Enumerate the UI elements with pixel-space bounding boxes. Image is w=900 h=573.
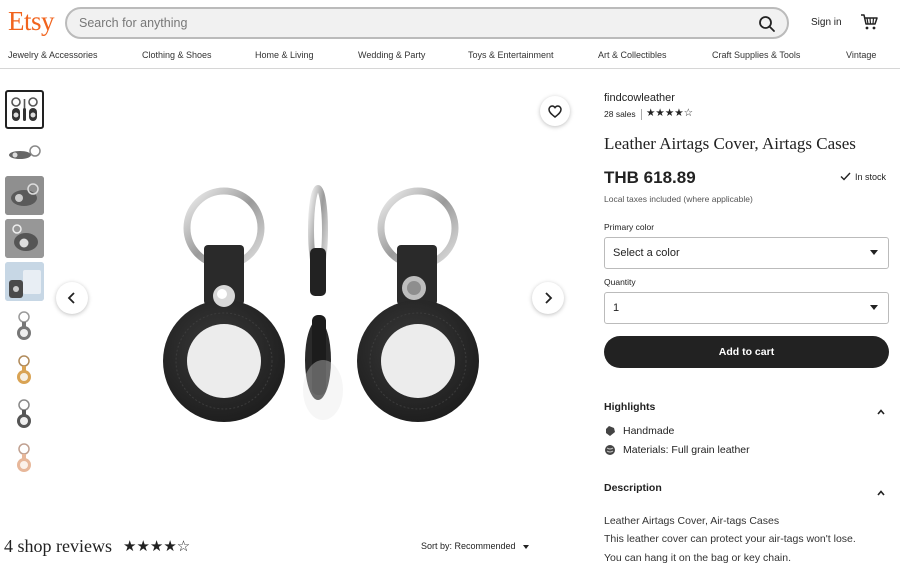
nav-item-jewelry[interactable]: Jewelry & Accessories [8,50,98,60]
nav-item-home[interactable]: Home & Living [255,50,314,60]
favorite-button[interactable] [540,96,570,126]
nav-item-clothing[interactable]: Clothing & Shoes [142,50,212,60]
thumbnail[interactable] [5,90,44,129]
quantity-select-value: 1 [613,302,620,314]
color-select-value: Select a color [613,247,680,259]
nav-item-wedding[interactable]: Wedding & Party [358,50,425,60]
thumbnail[interactable] [5,262,44,301]
search-icon[interactable] [757,14,777,34]
divider [641,109,642,120]
highlight-item: Materials: Full grain leather [604,444,750,456]
stock-label: In stock [855,172,887,182]
thumbnail[interactable] [5,393,44,432]
thumbnail[interactable] [5,176,44,215]
highlight-item: Handmade [604,425,674,437]
product-image [60,90,570,500]
nav-item-toys[interactable]: Toys & Entertainment [468,50,554,60]
hand-icon [604,425,616,437]
description-toggle[interactable]: Description [604,482,662,494]
caret-down-icon [870,305,878,310]
previous-image-button[interactable] [56,282,88,314]
next-image-button[interactable] [532,282,564,314]
materials-icon [604,444,616,456]
chevron-right-icon [543,292,553,304]
search-input[interactable] [79,14,719,32]
thumbnail[interactable] [5,305,44,344]
check-icon [840,172,851,183]
quantity-select[interactable]: 1 [604,292,889,324]
description-text: You can hang it on the bag or key chain. [604,552,792,564]
listing-title: Leather Airtags Cover, Airtags Cases [604,134,856,153]
caret-down-icon [523,544,530,549]
nav-item-vintage[interactable]: Vintage [846,50,876,60]
taxes-note: Local taxes included (where applicable) [604,194,753,204]
quantity-label: Quantity [604,277,636,287]
sort-label: Sort by: Recommended [421,541,516,551]
color-select[interactable]: Select a color [604,237,889,269]
caret-down-icon [870,250,878,255]
chevron-left-icon [67,292,77,304]
sort-dropdown[interactable]: Sort by: Recommended [421,541,530,551]
color-label: Primary color [604,222,655,232]
cart-icon[interactable] [860,13,878,31]
highlight-label: Materials: Full grain leather [623,444,750,456]
etsy-logo[interactable]: Etsy [8,6,55,37]
thumbnail[interactable] [5,219,44,258]
heart-icon [548,104,562,118]
highlight-label: Handmade [623,425,675,437]
nav-item-art[interactable]: Art & Collectibles [598,50,667,60]
sign-in-link[interactable]: Sign in [811,17,842,28]
search-bar [65,7,789,39]
shop-rating-stars[interactable]: ★★★★☆ [646,107,693,119]
nav-item-craft[interactable]: Craft Supplies & Tools [712,50,800,60]
description-text: Leather Airtags Cover, Air-tags Cases [604,515,780,527]
header: Etsy Sign in [0,0,900,45]
stock-status: In stock [840,172,886,183]
chevron-up-icon[interactable] [877,403,885,415]
sales-count: 28 sales [604,109,636,119]
category-nav: Jewelry & Accessories Clothing & Shoes H… [0,48,900,69]
highlights-toggle[interactable]: Highlights [604,401,655,413]
thumbnail[interactable] [5,134,44,173]
shop-name-link[interactable]: findcowleather [604,92,675,104]
thumbnail[interactable] [5,349,44,388]
reviews-rating-stars: ★★★★☆ [123,538,191,555]
reviews-heading: 4 shop reviews [4,536,112,556]
description-text: This leather cover can protect your air-… [604,533,856,545]
add-to-cart-button[interactable]: Add to cart [604,336,889,368]
thumbnail[interactable] [5,437,44,476]
price: THB 618.89 [604,168,696,187]
chevron-up-icon[interactable] [877,484,885,496]
